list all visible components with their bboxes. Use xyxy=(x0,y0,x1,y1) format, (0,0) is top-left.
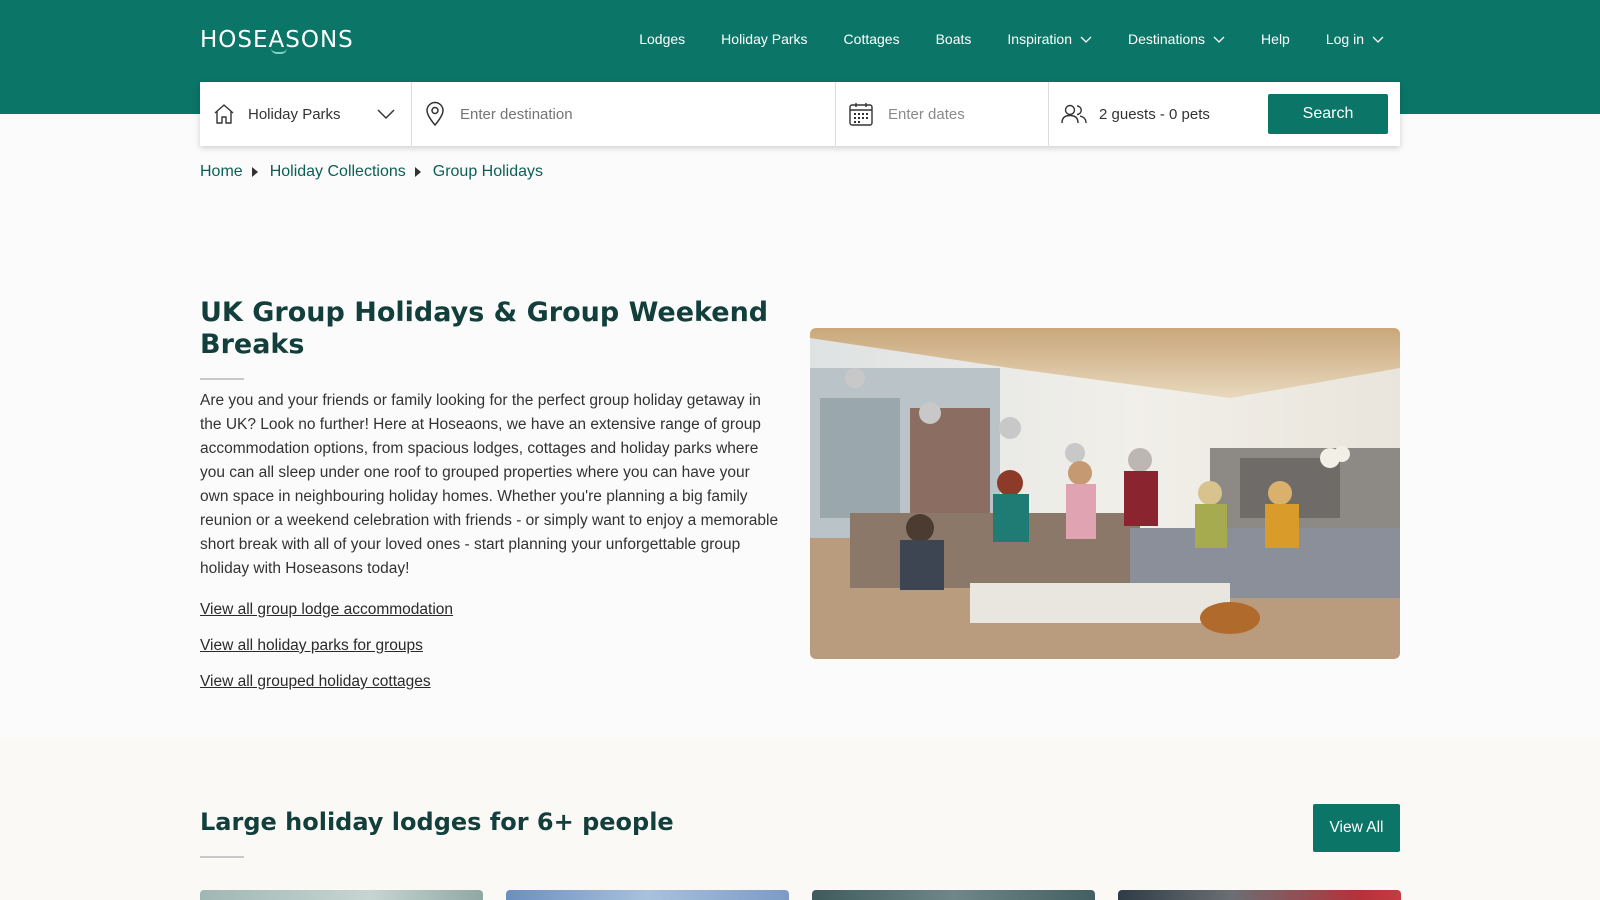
nav-item-holiday-parks[interactable]: Holiday Parks xyxy=(721,28,807,50)
chevron-down-icon xyxy=(1213,36,1225,43)
hero-photo-family-lounge xyxy=(810,328,1400,659)
breadcrumb-home[interactable]: Home xyxy=(200,163,243,181)
logo-swoosh-icon xyxy=(271,48,287,54)
holiday-type-select[interactable]: Holiday Parks xyxy=(200,82,412,146)
nav-label: Cottages xyxy=(843,31,900,47)
chevron-down-icon xyxy=(1372,36,1384,43)
nav-item-inspiration[interactable]: Inspiration xyxy=(1007,28,1092,50)
nav-item-destinations[interactable]: Destinations xyxy=(1128,28,1225,50)
dates-placeholder: Enter dates xyxy=(888,105,965,123)
title-divider xyxy=(200,378,244,380)
section-divider xyxy=(200,856,244,858)
calendar-icon xyxy=(849,103,873,126)
nav-item-log-in[interactable]: Log in xyxy=(1326,28,1384,50)
section-title: Large holiday lodges for 6+ people xyxy=(200,808,674,836)
destination-input[interactable] xyxy=(460,105,760,123)
chevron-down-icon xyxy=(1080,36,1092,43)
nav-label: Log in xyxy=(1325,31,1364,47)
nav-label: Boats xyxy=(935,31,972,47)
breadcrumb: Home Holiday Collections Group Holidays xyxy=(200,163,543,181)
caret-right-icon xyxy=(414,167,421,177)
breadcrumb-group-holidays[interactable]: Group Holidays xyxy=(433,163,543,181)
intro-paragraph: Are you and your friends or family looki… xyxy=(200,392,779,577)
nav-item-boats[interactable]: Boats xyxy=(936,28,972,50)
link-holiday-parks-groups[interactable]: View all holiday parks for groups xyxy=(200,637,423,655)
caret-right-icon xyxy=(251,167,258,177)
guests-value: 2 guests - 0 pets xyxy=(1099,105,1210,123)
nav-label: Lodges xyxy=(639,31,686,47)
lodge-card-image[interactable] xyxy=(506,890,789,900)
search-bar: Holiday Parks Enter dates 2 guests - 0 p… xyxy=(200,82,1400,146)
search-button[interactable]: Search xyxy=(1268,94,1388,134)
nav-item-lodges[interactable]: Lodges xyxy=(639,28,685,50)
hoseasons-logo[interactable]: HOSEASONS xyxy=(200,27,354,54)
main-nav: Lodges Holiday Parks Cottages Boats Insp… xyxy=(603,28,1384,50)
link-grouped-cottages[interactable]: View all grouped holiday cottages xyxy=(200,673,431,691)
chevron-down-icon xyxy=(377,109,395,120)
lodge-card-image[interactable] xyxy=(1118,890,1401,900)
nav-label: Destinations xyxy=(1128,31,1206,47)
guests-field[interactable]: 2 guests - 0 pets Search xyxy=(1049,82,1400,146)
map-pin-icon xyxy=(426,101,444,127)
nav-item-cottages[interactable]: Cottages xyxy=(844,28,900,50)
destination-field[interactable] xyxy=(412,82,836,146)
view-all-button[interactable]: View All xyxy=(1313,804,1400,852)
nav-label: Inspiration xyxy=(1007,31,1072,47)
page-title: UK Group Holidays & Group Weekend Breaks xyxy=(200,297,769,360)
dates-field[interactable]: Enter dates xyxy=(836,82,1049,146)
lodge-card-image[interactable] xyxy=(812,890,1095,900)
home-icon xyxy=(214,104,234,124)
link-group-lodges[interactable]: View all group lodge accommodation xyxy=(200,601,453,619)
nav-label: Holiday Parks xyxy=(721,31,808,47)
holiday-type-value: Holiday Parks xyxy=(248,105,341,123)
breadcrumb-holiday-collections[interactable]: Holiday Collections xyxy=(270,163,406,181)
guests-icon xyxy=(1061,104,1087,124)
lodge-card-image[interactable] xyxy=(200,890,483,900)
nav-label: Help xyxy=(1261,31,1290,47)
nav-item-help[interactable]: Help xyxy=(1261,28,1290,50)
